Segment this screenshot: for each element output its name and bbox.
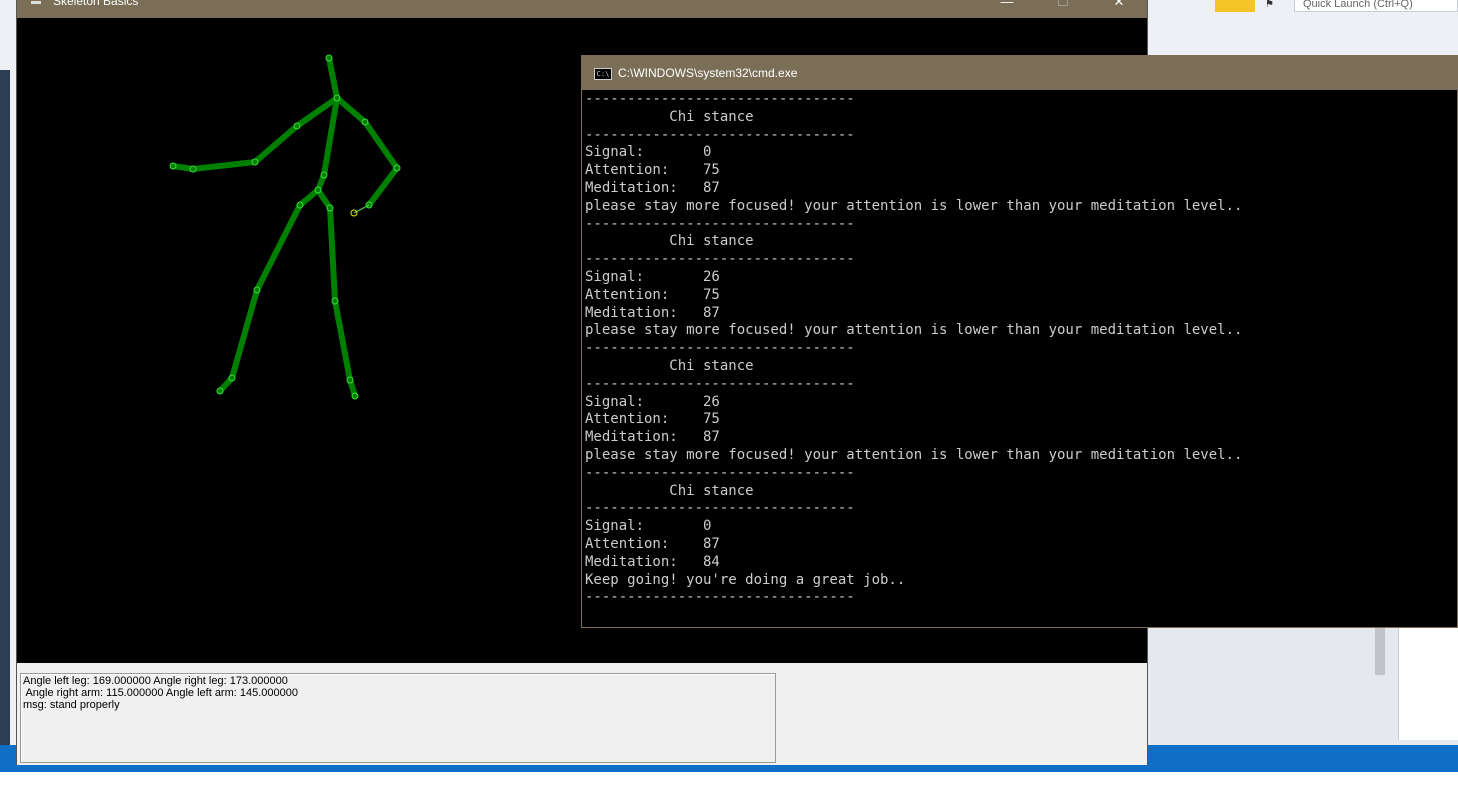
console-line: Meditation: 87 bbox=[585, 304, 720, 321]
skeleton-titlebar[interactable]: ▬ Skeleton Basics — ☐ ✕ bbox=[17, 0, 1147, 18]
console-line: -------------------------------- bbox=[585, 340, 855, 357]
console-line: -------------------------------- bbox=[585, 215, 855, 232]
console-line: Chi stance bbox=[585, 357, 754, 374]
skeleton-bone-hipC-hipL bbox=[297, 187, 321, 208]
console-line: -------------------------------- bbox=[585, 464, 855, 481]
console-output[interactable]: -------------------------------- Chi sta… bbox=[585, 91, 1455, 626]
console-line: please stay more focused! your attention… bbox=[585, 322, 1243, 339]
console-line: Chi stance bbox=[585, 108, 754, 125]
console-line: Attention: 87 bbox=[585, 535, 720, 552]
console-line: -------------------------------- bbox=[585, 126, 855, 143]
skeleton-bone-hipR-knR bbox=[327, 205, 338, 304]
console-line: Meditation: 87 bbox=[585, 179, 720, 196]
cmd-window-title: C:\WINDOWS\system32\cmd.exe bbox=[618, 66, 798, 80]
status-line-message: msg: stand properly bbox=[23, 699, 120, 711]
close-button[interactable]: ✕ bbox=[1099, 0, 1139, 12]
quick-launch-input[interactable]: Quick Launch (Ctrl+Q) bbox=[1294, 0, 1458, 12]
skeleton-bone-shR-elR bbox=[362, 119, 400, 171]
screen-bottom bbox=[0, 772, 1458, 792]
cmd-icon: C:\ bbox=[594, 68, 612, 80]
skeleton-bone-shL-elL bbox=[252, 123, 300, 165]
console-line: Signal: 0 bbox=[585, 144, 712, 161]
console-line: -------------------------------- bbox=[585, 375, 855, 392]
skeleton-bone-hipL-knL bbox=[254, 202, 303, 293]
console-line: -------------------------------- bbox=[585, 500, 855, 517]
cmd-window: C:\ C:\WINDOWS\system32\cmd.exe --------… bbox=[581, 55, 1458, 628]
flag-icon[interactable]: ⚑ bbox=[1265, 0, 1279, 10]
status-line-arm-angles: Angle right arm: 115.000000 Angle left a… bbox=[23, 687, 298, 699]
ide-panel bbox=[1398, 625, 1458, 740]
console-line: Chi stance bbox=[585, 482, 754, 499]
console-line: Attention: 75 bbox=[585, 162, 720, 179]
cmd-titlebar[interactable]: C:\ C:\WINDOWS\system32\cmd.exe bbox=[582, 56, 1457, 90]
console-line: Attention: 75 bbox=[585, 411, 720, 428]
console-line: Signal: 26 bbox=[585, 268, 720, 285]
console-line: Signal: 0 bbox=[585, 518, 712, 535]
app-icon: ▬ bbox=[31, 0, 41, 7]
window-title: Skeleton Basics bbox=[53, 0, 139, 8]
skeleton-bone-elR-wrR bbox=[366, 165, 400, 208]
console-line: please stay more focused! your attention… bbox=[585, 446, 1243, 463]
console-line: Keep going! you're doing a great job.. bbox=[585, 571, 906, 588]
console-line: Signal: 26 bbox=[585, 393, 720, 410]
status-textbox[interactable]: Angle left leg: 169.000000 Angle right l… bbox=[20, 673, 776, 763]
console-line: -------------------------------- bbox=[585, 589, 855, 606]
skeleton-bone-knR-anR bbox=[332, 298, 353, 383]
minimize-button[interactable]: — bbox=[987, 0, 1027, 12]
ide-scrollbar[interactable] bbox=[1375, 625, 1385, 675]
console-line: Meditation: 87 bbox=[585, 429, 720, 446]
console-line: Attention: 75 bbox=[585, 286, 720, 303]
maximize-button[interactable]: ☐ bbox=[1043, 0, 1083, 12]
console-line: Chi stance bbox=[585, 233, 754, 250]
status-panel: Angle left leg: 169.000000 Angle right l… bbox=[17, 663, 1147, 765]
skeleton-bone-neck-shR bbox=[334, 95, 368, 125]
console-line: -------------------------------- bbox=[585, 251, 855, 268]
console-line: please stay more focused! your attention… bbox=[585, 197, 1243, 214]
skeleton-bone-elL-wrL bbox=[190, 159, 258, 172]
skeleton-bone-knL-anL bbox=[229, 287, 260, 381]
skeleton-bone-head-neck bbox=[326, 55, 340, 101]
notification-badge[interactable] bbox=[1215, 0, 1255, 12]
background-window-edge bbox=[0, 70, 10, 760]
skeleton-bone-neck-spine bbox=[321, 95, 340, 178]
status-line-leg-angles: Angle left leg: 169.000000 Angle right l… bbox=[23, 675, 288, 687]
console-line: -------------------------------- bbox=[585, 91, 855, 107]
console-line: Meditation: 84 bbox=[585, 553, 720, 570]
